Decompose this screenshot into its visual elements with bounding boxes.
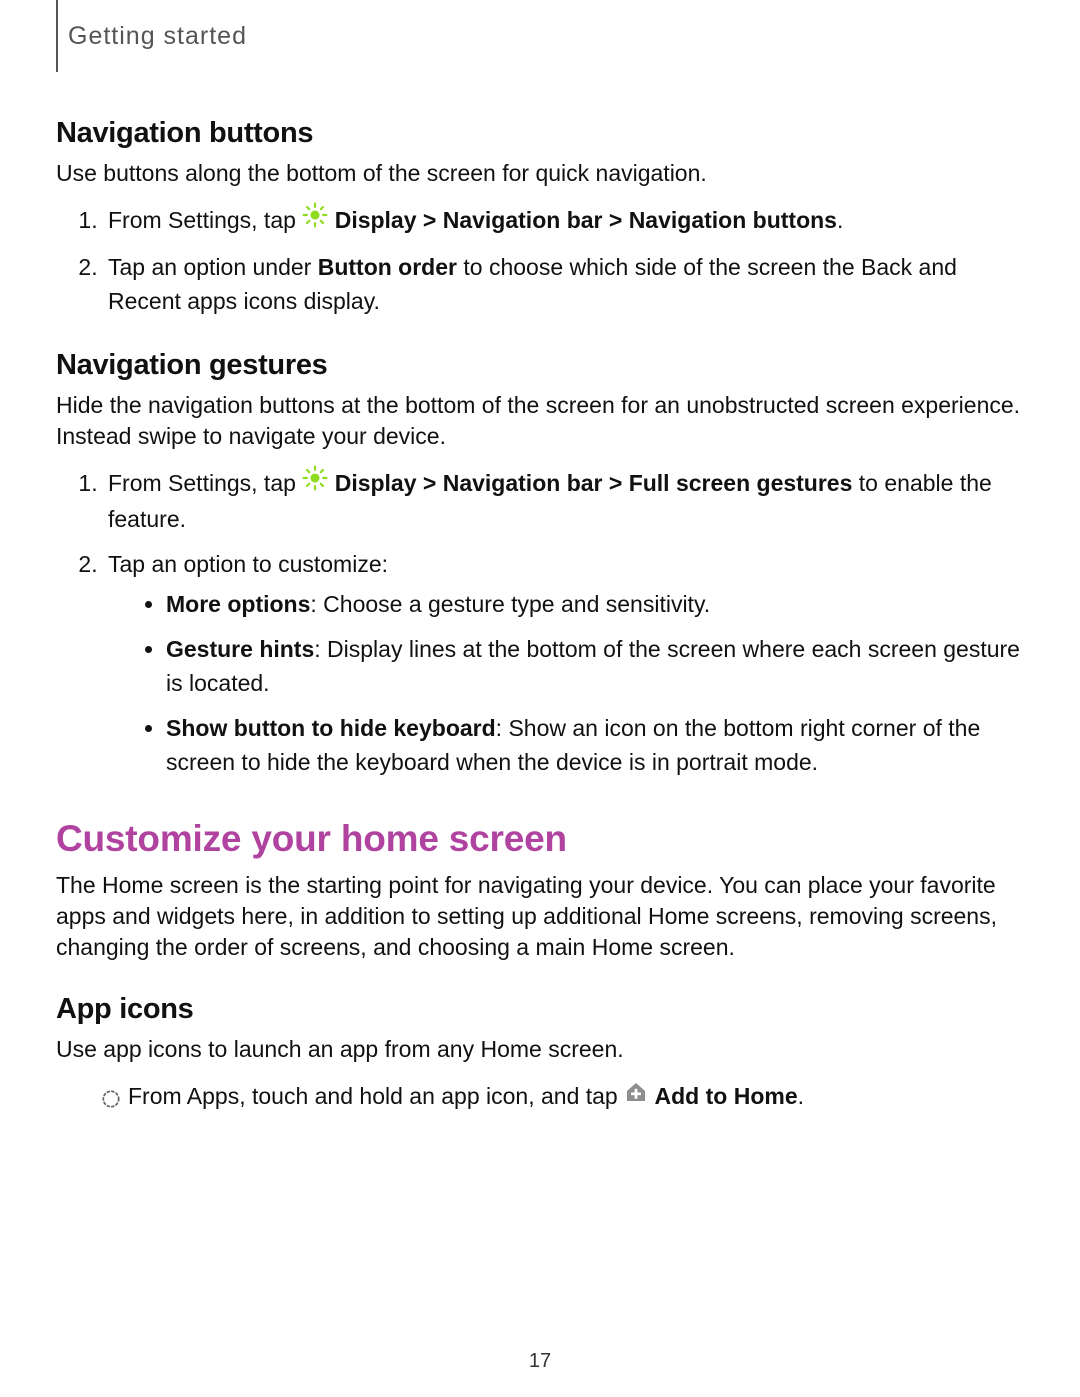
- header-rule: [56, 0, 58, 72]
- heading-app-icons: App icons: [56, 993, 1024, 1026]
- text: .: [837, 207, 843, 233]
- paragraph: Hide the navigation buttons at the botto…: [56, 390, 1024, 452]
- paragraph: Use buttons along the bottom of the scre…: [56, 158, 1024, 189]
- content: Navigation buttons Use buttons along the…: [56, 51, 1024, 1115]
- text: From Settings, tap: [108, 207, 302, 233]
- brightness-icon: [302, 202, 328, 238]
- paragraph: Use app icons to launch an app from any …: [56, 1034, 1024, 1065]
- add-to-home-icon: [624, 1079, 648, 1114]
- bold-text: Show button to hide keyboard: [166, 715, 496, 741]
- bold-text: Button order: [318, 254, 457, 280]
- brightness-icon: [302, 465, 328, 501]
- page-number: 17: [0, 1350, 1080, 1373]
- text: From Apps, touch and hold an app icon, a…: [128, 1083, 624, 1109]
- text: Tap an option to customize:: [108, 551, 388, 577]
- text: .: [798, 1083, 804, 1109]
- paragraph: The Home screen is the starting point fo…: [56, 870, 1024, 963]
- heading-navigation-gestures: Navigation gestures: [56, 349, 1024, 382]
- list-item: More options: Choose a gesture type and …: [166, 587, 1024, 622]
- bold-text: Add to Home: [655, 1083, 798, 1109]
- bold-text: Gesture hints: [166, 636, 314, 662]
- document-page: Getting started Navigation buttons Use b…: [0, 0, 1080, 1397]
- ordered-list: From Settings, tap: [56, 203, 1024, 319]
- list-item: From Settings, tap: [104, 466, 1024, 537]
- dotted-ring-icon: [100, 1085, 122, 1107]
- list-item: Gesture hints: Display lines at the bott…: [166, 632, 1024, 701]
- text: From Settings, tap: [108, 470, 302, 496]
- bold-text: Display > Navigation bar > Full screen g…: [335, 470, 853, 496]
- ordered-list: From Settings, tap: [56, 466, 1024, 780]
- text: : Choose a gesture type and sensitivity.: [310, 591, 710, 617]
- list-item: From Settings, tap: [104, 203, 1024, 240]
- unordered-list: More options: Choose a gesture type and …: [108, 587, 1024, 780]
- list-item: Tap an option under Button order to choo…: [104, 250, 1024, 319]
- heading-customize-home-screen: Customize your home screen: [56, 818, 1024, 860]
- list-item: From Apps, touch and hold an app icon, a…: [56, 1079, 1024, 1115]
- bold-text: More options: [166, 591, 310, 617]
- list-item: Show button to hide keyboard: Show an ic…: [166, 711, 1024, 780]
- text: Tap an option under: [108, 254, 318, 280]
- bold-text: Display > Navigation bar > Navigation bu…: [335, 207, 837, 233]
- heading-navigation-buttons: Navigation buttons: [56, 117, 1024, 150]
- breadcrumb: Getting started: [56, 0, 1024, 51]
- list-item: Tap an option to customize: More options…: [104, 547, 1024, 780]
